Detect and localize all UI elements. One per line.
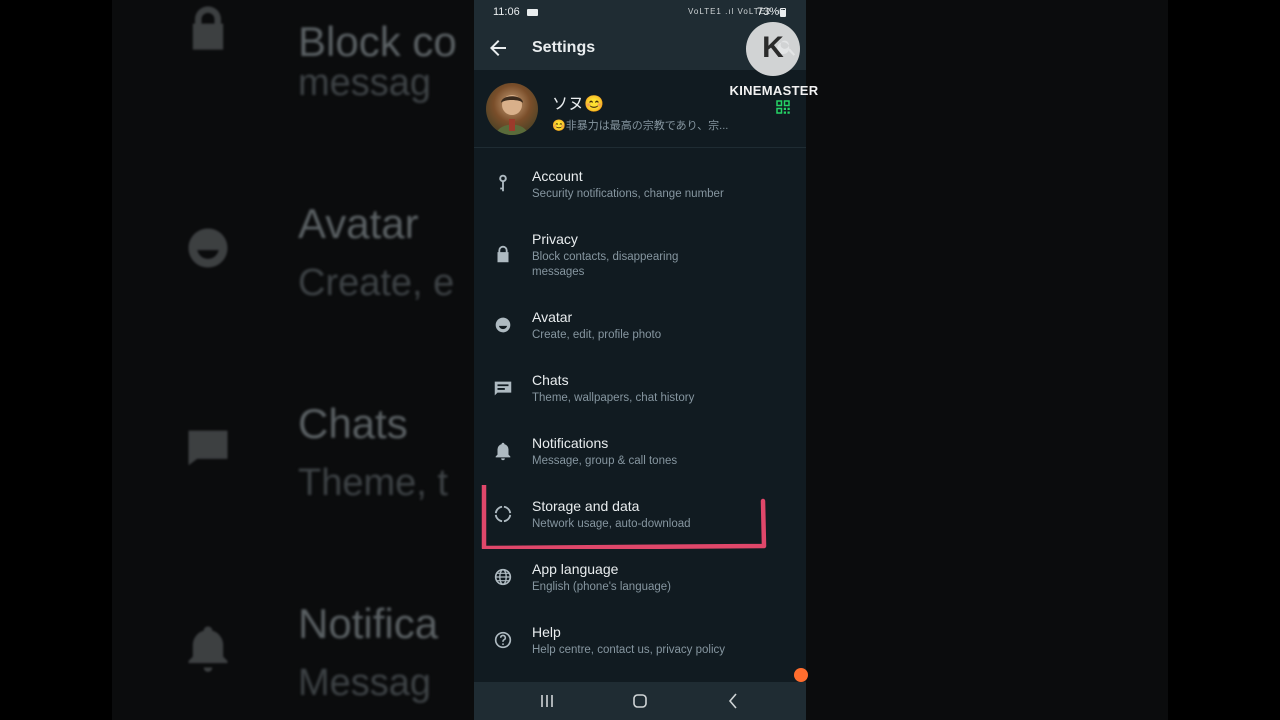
bell-icon: [495, 442, 511, 461]
battery-icon: [780, 8, 786, 17]
globe-icon: [494, 568, 512, 586]
bg-text-chats-sub: Theme, t: [298, 462, 448, 504]
lock-icon: [192, 6, 224, 50]
settings-item-account[interactable]: Account Security notifications, change n…: [474, 154, 806, 217]
logo-letter: K: [762, 31, 784, 64]
back-nav-icon[interactable]: [722, 691, 744, 711]
settings-item-description: Theme, wallpapers, chat history: [532, 392, 695, 404]
settings-item-label: Storage and data: [532, 498, 640, 514]
phone-screen: 11:06 VoLTE1 .ıl VoLTE2 .ıl 73% Settings…: [474, 0, 806, 720]
kinemaster-watermark: K KINEMASTER: [726, 22, 822, 102]
settings-item-notifications[interactable]: Notifications Message, group & call tone…: [474, 421, 806, 484]
settings-item-description: English (phone's language): [532, 581, 672, 593]
screen-record-icon: [527, 9, 538, 16]
home-icon[interactable]: [629, 691, 651, 711]
bg-text-block: Block co: [298, 18, 457, 65]
settings-item-description: Help centre, contact us, privacy policy: [532, 644, 726, 656]
chat-icon: [494, 381, 512, 396]
lock-icon: [497, 245, 509, 263]
recent-apps-icon[interactable]: [536, 691, 558, 711]
system-navigation-bar: [474, 682, 806, 720]
bg-text-chats: Chats: [298, 400, 408, 447]
back-arrow-icon[interactable]: [486, 36, 510, 60]
status-time: 11:06: [493, 6, 520, 18]
page-title: Settings: [532, 39, 596, 56]
profile-photo: [496, 95, 528, 135]
bg-text-block-sub: messag: [298, 62, 432, 104]
bg-text-notifications-sub: Messag: [298, 662, 432, 704]
avatar-icon: [188, 228, 228, 268]
settings-item-label: Account: [532, 168, 583, 184]
watermark-text: KINEMASTER: [729, 83, 819, 98]
avatar[interactable]: [486, 83, 538, 135]
profile-about: 😊非暴力は最高の宗教であり、宗...: [552, 120, 729, 132]
settings-item-storage[interactable]: Storage and data Network usage, auto-dow…: [474, 484, 806, 547]
settings-item-chats[interactable]: Chats Theme, wallpapers, chat history: [474, 358, 806, 421]
kinemaster-logo-icon: K: [746, 22, 800, 76]
settings-item-description: Create, edit, profile photo: [532, 329, 662, 341]
storage-circle-icon: [494, 505, 512, 523]
bg-text-notifications: Notifica: [298, 600, 439, 647]
settings-item-description: Message, group & call tones: [532, 455, 678, 467]
settings-item-label: Chats: [532, 372, 569, 388]
key-icon: [499, 174, 507, 192]
settings-item-app-language[interactable]: App language English (phone's language): [474, 547, 806, 610]
settings-item-description: Network usage, auto-download: [532, 518, 691, 530]
bg-text-avatar-sub: Create, e: [298, 262, 455, 304]
settings-item-label: Avatar: [532, 309, 573, 325]
bell-icon: [188, 626, 228, 672]
settings-item-label: App language: [532, 561, 619, 577]
avatar-icon: [495, 317, 511, 333]
settings-item-description: Block contacts, disappearing messages: [532, 251, 679, 278]
settings-item-description: Security notifications, change number: [532, 188, 724, 200]
settings-item-help[interactable]: Help Help centre, contact us, privacy po…: [474, 610, 806, 673]
settings-item-avatar[interactable]: Avatar Create, edit, profile photo: [474, 295, 806, 358]
help-icon: [494, 631, 512, 649]
bg-text-avatar: Avatar: [298, 200, 419, 247]
settings-item-privacy[interactable]: Privacy Block contacts, disappearing mes…: [474, 217, 806, 295]
profile-name: ソヌ😊: [552, 96, 604, 113]
notification-dot-icon: [794, 668, 808, 682]
battery-percent: 73%: [757, 6, 780, 18]
settings-item-label: Privacy: [532, 231, 578, 247]
chat-icon: [188, 430, 228, 466]
settings-item-label: Notifications: [532, 435, 609, 451]
settings-item-label: Help: [532, 624, 561, 640]
